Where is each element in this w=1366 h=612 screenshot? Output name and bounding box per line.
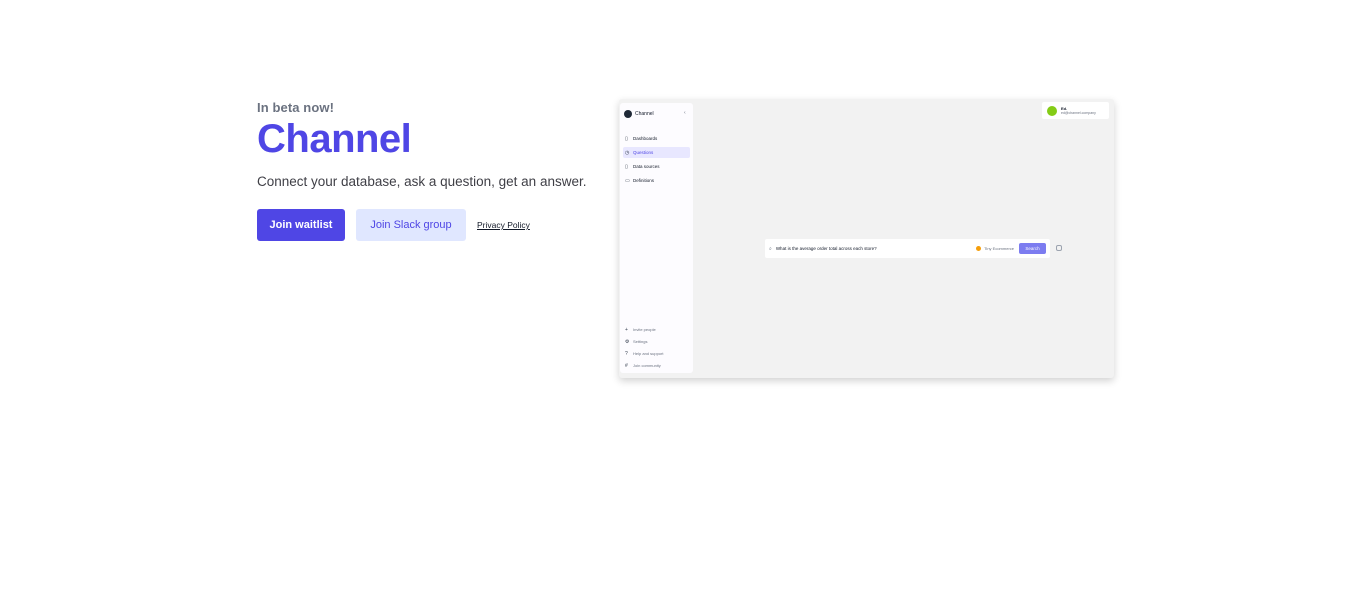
- preview-nav-item-definitions: ▭ Definitions: [623, 175, 690, 186]
- preview-brand: Channel: [624, 110, 654, 118]
- preview-search-bar: ⌕ What is the average order total across…: [765, 239, 1050, 258]
- data-icon: ▯: [625, 163, 628, 170]
- preview-database-selector: Tiny Ecommerce: [976, 246, 1014, 251]
- plus-icon: +: [625, 326, 628, 333]
- preview-brand-name: Channel: [635, 111, 654, 117]
- preview-nav-item-data-sources: ▯ Data sources: [623, 161, 690, 172]
- database-icon: [976, 246, 982, 251]
- slack-icon: #: [625, 362, 628, 369]
- preview-nav-label: Definitions: [633, 178, 655, 183]
- cta-row: Join waitlist Join Slack group Privacy P…: [257, 209, 617, 241]
- page-title: Channel: [257, 117, 412, 161]
- preview-nav-item-dashboards: ▯ Dashboards: [623, 133, 690, 144]
- join-slack-button[interactable]: Join Slack group: [356, 209, 466, 241]
- preview-nav-label: Data sources: [633, 164, 660, 169]
- channel-logo-icon: [624, 110, 632, 118]
- preview-nav-item-questions: ◷ Questions: [623, 147, 690, 158]
- preview-user-text: Ed. ed@channel.company: [1061, 106, 1096, 116]
- settings-icon: ⚙: [625, 338, 630, 345]
- preview-bottom-item-settings: ⚙ Settings: [623, 337, 690, 346]
- search-icon: ⌕: [769, 245, 772, 252]
- question-icon: ◷: [625, 149, 630, 156]
- preview-bottom-item-help: ? Help and support: [623, 349, 690, 358]
- preview-database-label: Tiny Ecommerce: [984, 246, 1014, 251]
- preview-user-card: Ed. ed@channel.company: [1042, 102, 1109, 119]
- help-icon: ?: [625, 350, 628, 357]
- preview-bottom-item-community: # Join community: [623, 361, 690, 370]
- preview-sidebar: Channel ‹ ▯ Dashboards ◷ Questions ▯ Dat…: [620, 103, 693, 373]
- collapse-chevron-icon: ‹: [684, 110, 686, 116]
- preview-nav-label: Dashboards: [633, 136, 658, 141]
- preview-user-email: ed@channel.company: [1061, 110, 1096, 115]
- preview-bottom-label: Settings: [633, 339, 648, 344]
- join-waitlist-button[interactable]: Join waitlist: [257, 209, 345, 241]
- hero-subtitle: Connect your database, ask a question, g…: [257, 174, 587, 189]
- preview-bottom-item-invite: + Invite people: [623, 325, 690, 334]
- preview-bottom-label: Invite people: [633, 327, 656, 332]
- beta-eyebrow: In beta now!: [257, 100, 335, 115]
- preview-options-icon: [1056, 245, 1062, 251]
- preview-bottom-nav: + Invite people ⚙ Settings ? Help and su…: [623, 325, 690, 373]
- avatar: [1047, 105, 1057, 116]
- preview-search-button: Search: [1019, 243, 1046, 254]
- definitions-icon: ▭: [625, 177, 630, 184]
- preview-bottom-label: Help and support: [633, 351, 664, 356]
- privacy-policy-link[interactable]: Privacy Policy: [477, 220, 530, 230]
- hero-section: In beta now! Channel Connect your databa…: [257, 100, 617, 241]
- preview-nav-label: Questions: [633, 150, 654, 155]
- app-preview-screenshot: Channel ‹ ▯ Dashboards ◷ Questions ▯ Dat…: [619, 99, 1114, 378]
- landing-page: In beta now! Channel Connect your databa…: [0, 0, 1366, 612]
- preview-bottom-label: Join community: [633, 363, 661, 368]
- dashboard-icon: ▯: [625, 135, 628, 142]
- preview-nav: ▯ Dashboards ◷ Questions ▯ Data sources …: [623, 133, 690, 189]
- preview-search-query: What is the average order total across e…: [775, 246, 877, 251]
